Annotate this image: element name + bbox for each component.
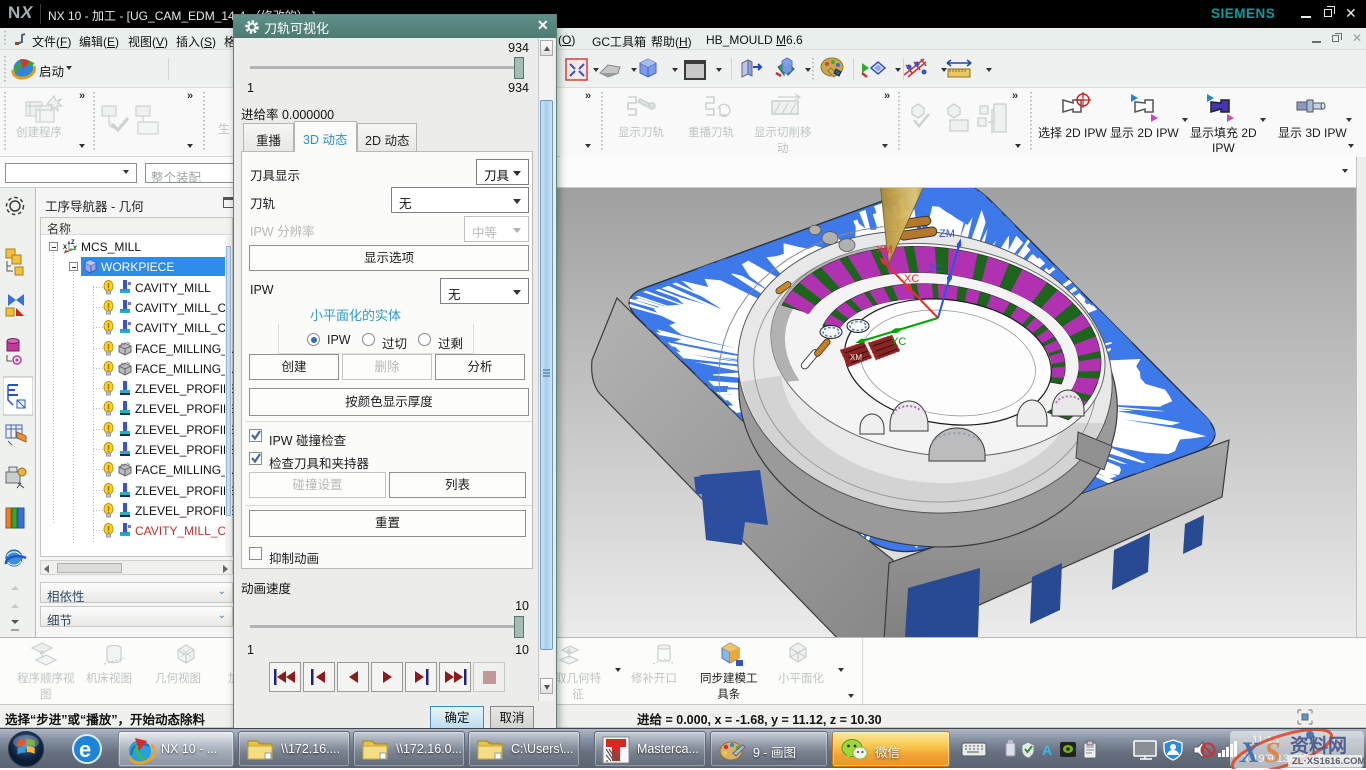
svg-text:XC: XC	[904, 273, 919, 285]
svg-text:X: X	[1239, 736, 1261, 769]
svg-text:YC: YC	[891, 336, 906, 348]
svg-text:ZL·XS1616.COM: ZL·XS1616.COM	[1292, 756, 1365, 767]
svg-text:S: S	[1264, 736, 1281, 769]
svg-text:XM: XM	[850, 353, 862, 362]
svg-text:X: X	[63, 245, 67, 251]
svg-text:XM: XM	[876, 244, 893, 256]
svg-text:ZC: ZC	[928, 263, 943, 275]
svg-text:ZM: ZM	[939, 228, 955, 240]
svg-text:Y: Y	[73, 246, 77, 252]
svg-text:A: A	[1042, 742, 1052, 758]
svg-text:e: e	[79, 737, 91, 762]
svg-text:资料网: 资料网	[1290, 734, 1347, 757]
